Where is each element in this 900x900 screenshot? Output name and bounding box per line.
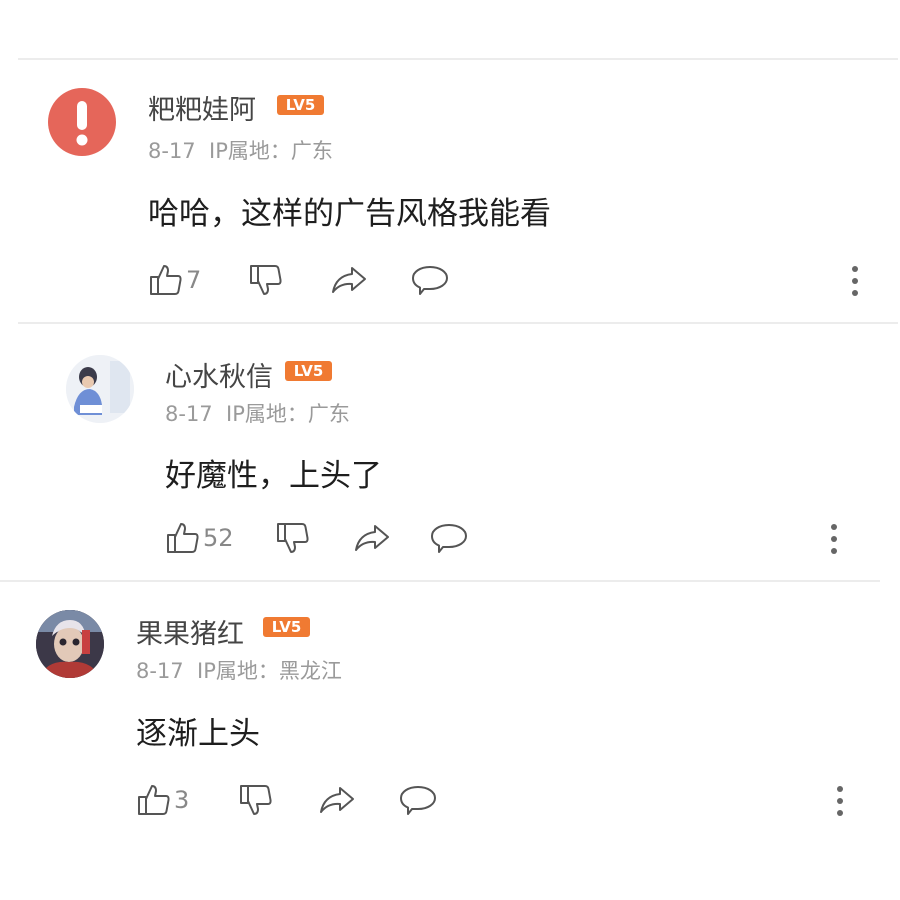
divider-1 bbox=[18, 322, 898, 324]
comment-bubble-icon bbox=[412, 266, 448, 295]
share-icon bbox=[355, 525, 389, 551]
level-badge: LV5 bbox=[285, 361, 332, 381]
comment-text: 逐渐上头 bbox=[136, 716, 260, 752]
photo-avatar bbox=[66, 355, 134, 423]
more-options-icon[interactable] bbox=[830, 781, 850, 821]
comment-actions: 52 bbox=[165, 516, 865, 560]
level-badge: LV5 bbox=[263, 617, 310, 637]
comment-meta: 8-17 IP属地：广东 bbox=[148, 135, 333, 165]
reply-button[interactable] bbox=[429, 516, 469, 560]
level-badge: LV5 bbox=[277, 95, 324, 115]
exclamation-icon bbox=[76, 101, 88, 146]
dislike-button[interactable] bbox=[238, 778, 274, 822]
comment-meta: 8-17 IP属地：黑龙江 bbox=[136, 655, 342, 685]
like-button[interactable]: 52 bbox=[165, 516, 234, 560]
comment-date: 8-17 bbox=[136, 659, 184, 683]
ip-label: IP属地： bbox=[209, 139, 291, 163]
thumbs-up-icon bbox=[167, 523, 199, 553]
ip-location: 黑龙江 bbox=[278, 659, 342, 683]
dislike-button[interactable] bbox=[275, 516, 311, 560]
divider-top bbox=[18, 58, 898, 60]
comment-date: 8-17 bbox=[148, 139, 196, 163]
comment-actions: 3 bbox=[136, 778, 866, 822]
ip-location: 广东 bbox=[307, 402, 350, 426]
more-options-icon[interactable] bbox=[845, 261, 865, 301]
username[interactable]: 果果猪红 bbox=[136, 612, 244, 651]
thumbs-up-icon bbox=[138, 785, 170, 815]
like-count: 52 bbox=[203, 524, 234, 552]
thumbs-down-icon bbox=[250, 265, 282, 295]
like-count: 7 bbox=[186, 266, 202, 294]
avatar[interactable] bbox=[48, 88, 116, 156]
share-button[interactable] bbox=[318, 778, 356, 822]
ip-label: IP属地： bbox=[226, 402, 308, 426]
username[interactable]: 心水秋信 bbox=[165, 355, 273, 394]
thumbs-up-icon bbox=[150, 265, 182, 295]
like-button[interactable]: 3 bbox=[136, 778, 189, 822]
share-button[interactable] bbox=[353, 516, 391, 560]
dislike-button[interactable] bbox=[248, 258, 284, 302]
comment-actions: 7 bbox=[148, 258, 888, 302]
share-icon bbox=[332, 267, 366, 293]
divider-2 bbox=[0, 580, 880, 582]
thumbs-down-icon bbox=[277, 523, 309, 553]
comment-bubble-icon bbox=[431, 524, 467, 553]
reply-button[interactable] bbox=[410, 258, 450, 302]
comment-bubble-icon bbox=[400, 786, 436, 815]
avatar[interactable] bbox=[36, 610, 104, 678]
ip-location: 广东 bbox=[290, 139, 333, 163]
avatar[interactable] bbox=[66, 355, 134, 423]
share-icon bbox=[320, 787, 354, 813]
comment-meta: 8-17 IP属地：广东 bbox=[165, 398, 350, 428]
comment-text: 好魔性，上头了 bbox=[165, 458, 382, 494]
more-options-icon[interactable] bbox=[824, 519, 844, 559]
ip-label: IP属地： bbox=[197, 659, 279, 683]
comment-text: 哈哈，这样的广告风格我能看 bbox=[148, 196, 551, 232]
like-count: 3 bbox=[174, 786, 190, 814]
comment-date: 8-17 bbox=[165, 402, 213, 426]
thumbs-down-icon bbox=[240, 785, 272, 815]
like-button[interactable]: 7 bbox=[148, 258, 201, 302]
username[interactable]: 粑粑娃阿 bbox=[148, 88, 256, 127]
share-button[interactable] bbox=[330, 258, 368, 302]
photo-avatar bbox=[36, 610, 104, 678]
reply-button[interactable] bbox=[398, 778, 438, 822]
